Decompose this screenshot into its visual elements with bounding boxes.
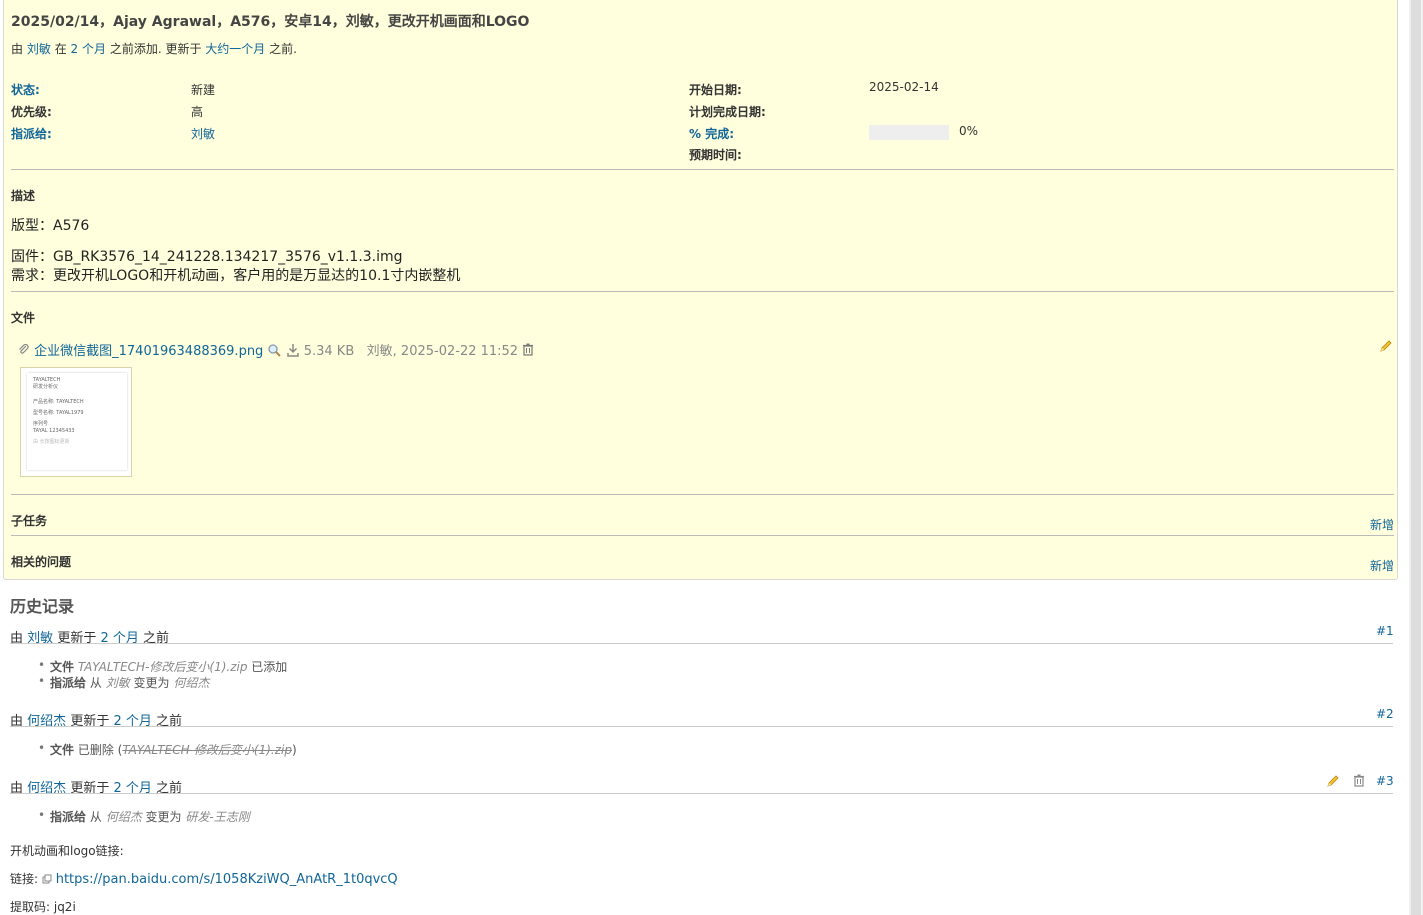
journal-detail: 指派给 从 何绍杰 变更为 研发-王志刚 (38, 808, 250, 825)
divider (11, 535, 1394, 536)
done-ratio-value: 0% (959, 124, 979, 138)
baidu-pan-link[interactable]: https://pan.baidu.com/s/1058KziWQ_AnAtR_… (56, 872, 398, 887)
subtasks-title: 子任务 (11, 514, 48, 528)
assignee-label[interactable]: 指派给: (11, 125, 52, 142)
attachment-size: 5.34 KB (303, 344, 355, 359)
attachment-thumbnail[interactable]: TAYALTECH 研发分析仪 产品名称: TAYALTECH 型号名称: TA… (20, 367, 132, 477)
attachment-link[interactable]: 企业微信截图_17401963488369.png (34, 344, 263, 359)
add-subtask-link[interactable]: 新增 (1370, 516, 1394, 533)
journal-divider (10, 793, 1393, 794)
status-label[interactable]: 状态: (11, 81, 40, 98)
start-date-value: 2025-02-14 (869, 80, 939, 94)
author-link[interactable]: 刘敏 (27, 42, 51, 56)
external-link-icon (42, 873, 52, 887)
journal-detail: 文件 已删除 (TAYALTECH-修改后变小(1).zip) (38, 741, 297, 758)
thumbnail-image: TAYALTECH 研发分析仪 产品名称: TAYALTECH 型号名称: TA… (27, 373, 127, 470)
added-ago-link[interactable]: 2 个月 (71, 42, 106, 56)
journal-note: 开机动画和logo链接: (10, 844, 124, 858)
journal-divider (10, 726, 1393, 727)
divider (11, 169, 1394, 170)
issue-author-line: 由 刘敏 在 2 个月 之前添加. 更新于 大约一个月 之前. (11, 42, 297, 56)
trash-icon[interactable] (522, 343, 534, 360)
journal-number-link[interactable]: #3 (1376, 774, 1394, 788)
edit-journal-icon[interactable] (1326, 774, 1340, 791)
updated-ago-link[interactable]: 大约一个月 (205, 42, 265, 56)
estimated-time-label: 预期时间: (689, 148, 742, 162)
status-value: 新建 (191, 83, 216, 97)
history-title: 历史记录 (10, 597, 75, 616)
progress-bar (869, 125, 949, 140)
journal-detail: 文件 TAYALTECH-修改后变小(1).zip 已添加 (38, 658, 287, 675)
journal-number-link[interactable]: #1 (1376, 624, 1394, 638)
paperclip-icon (18, 343, 30, 360)
issue-panel: 2025/02/14，Ajay Agrawal，A576，安卓14，刘敏，更改开… (3, 0, 1398, 580)
description-title: 描述 (11, 189, 36, 203)
description-line: 版型：A576 (11, 218, 90, 234)
divider (11, 291, 1394, 292)
assignee-link[interactable]: 刘敏 (191, 125, 215, 142)
journal-note-code: 提取码: jq2i (10, 900, 76, 914)
journal-number-link[interactable]: #2 (1376, 707, 1394, 721)
divider (11, 494, 1394, 495)
issue-title: 2025/02/14，Ajay Agrawal，A576，安卓14，刘敏，更改开… (11, 14, 530, 30)
description-line: 需求：更改开机LOGO和开机动画，客户用的是万显达的10.1寸内嵌整机 (11, 268, 461, 284)
journal-detail: 指派给 从 刘敏 变更为 何绍杰 (38, 674, 209, 691)
priority-value: 高 (191, 105, 204, 119)
download-icon[interactable] (286, 343, 300, 361)
journal-note-link-line: 链接: https://pan.baidu.com/s/1058KziWQ_An… (10, 872, 398, 887)
scrollbar-thumb[interactable] (1411, 0, 1421, 915)
related-issues-title: 相关的问题 (11, 555, 72, 569)
description-line: 固件：GB_RK3576_14_241228.134217_3576_v1.1.… (11, 249, 403, 265)
done-ratio-label[interactable]: % 完成: (689, 125, 734, 142)
attachment-meta: 刘敏, 2025-02-22 11:52 (366, 344, 519, 359)
priority-label: 优先级: (11, 105, 52, 119)
due-date-label: 计划完成日期: (689, 105, 766, 119)
attachment-row: 企业微信截图_17401963488369.png 5.34 KB 刘敏, 20… (18, 340, 534, 361)
add-related-link[interactable]: 新增 (1370, 557, 1394, 574)
start-date-label: 开始日期: (689, 83, 742, 97)
delete-journal-icon[interactable] (1353, 774, 1365, 790)
journal-divider (10, 643, 1393, 644)
edit-attachments-icon[interactable] (1379, 339, 1393, 356)
files-title: 文件 (11, 311, 36, 325)
magnifier-icon[interactable] (267, 343, 282, 361)
